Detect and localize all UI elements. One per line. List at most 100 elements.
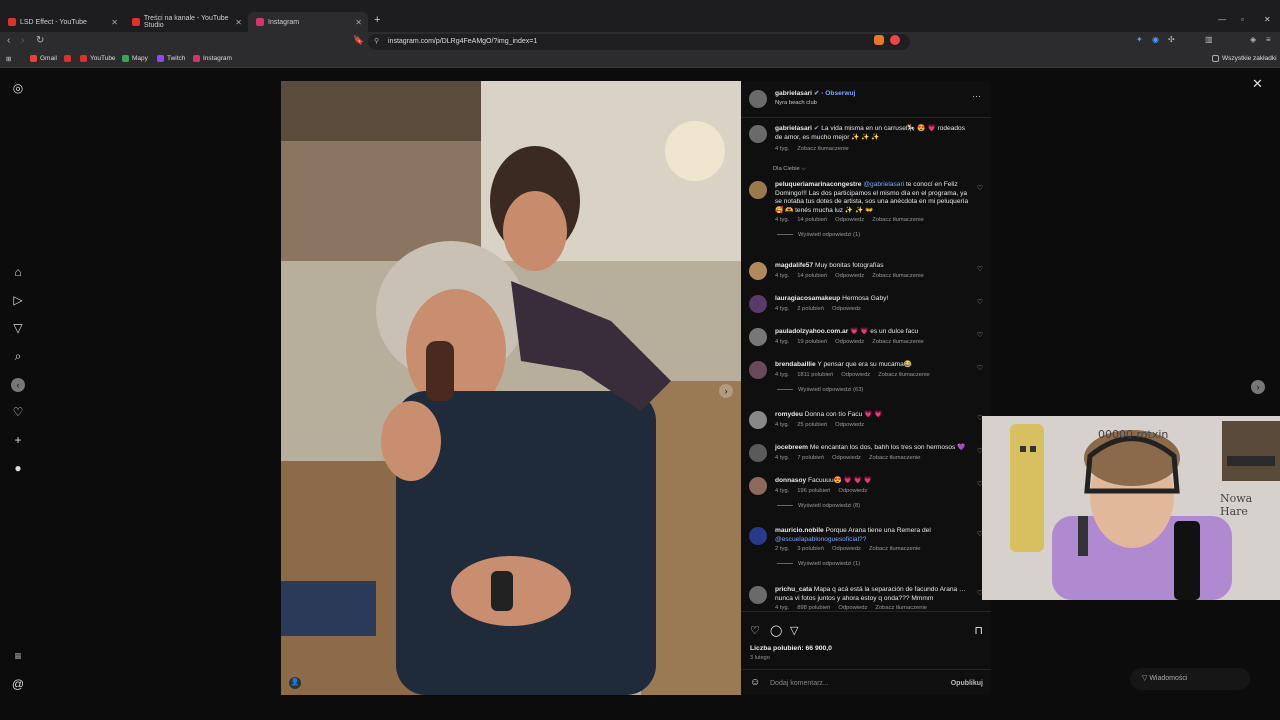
- see-translation-link[interactable]: Zobacz tłumaczenie: [869, 455, 921, 461]
- extension-icon[interactable]: ✦: [1136, 35, 1143, 44]
- threads-icon[interactable]: @: [11, 677, 25, 691]
- reply-button[interactable]: Odpowiedz: [835, 217, 864, 223]
- sidebar-icon[interactable]: ▥: [1205, 35, 1213, 44]
- all-bookmarks[interactable]: Wszystkie zakładki: [1212, 55, 1277, 62]
- avatar[interactable]: [749, 411, 767, 429]
- comment-username[interactable]: prichu_cata: [775, 586, 812, 593]
- avatar[interactable]: [749, 477, 767, 495]
- heart-icon[interactable]: ♡: [11, 405, 25, 419]
- extension-icon[interactable]: [890, 35, 900, 45]
- forward-icon[interactable]: ›: [21, 35, 24, 46]
- puzzle-icon[interactable]: ✣: [1168, 35, 1175, 44]
- comment-likes[interactable]: 1811 polubień: [797, 372, 833, 378]
- close-icon[interactable]: ✕: [111, 18, 118, 27]
- comment-username[interactable]: mauricio.nobile: [775, 527, 824, 534]
- comment-likes[interactable]: 14 polubień: [797, 273, 827, 279]
- bookmark-youtube[interactable]: YouTube: [80, 55, 116, 62]
- bookmark-gmail[interactable]: Gmail: [30, 55, 57, 62]
- new-tab-button[interactable]: +: [374, 14, 380, 26]
- maximize-icon[interactable]: ▫: [1241, 15, 1244, 24]
- avatar[interactable]: [749, 295, 767, 313]
- heart-icon[interactable]: ♡: [977, 331, 983, 339]
- site-info-icon[interactable]: ⚲: [374, 37, 379, 45]
- mention-link[interactable]: @escuelapablonoguesoficial??: [775, 536, 866, 543]
- tab-instagram[interactable]: Instagram ✕: [248, 12, 368, 32]
- comment-likes[interactable]: 3 polubień: [797, 546, 824, 552]
- comment-likes[interactable]: 7 polubień: [797, 455, 824, 461]
- see-translation-link[interactable]: Zobacz tłumaczenie: [872, 273, 924, 279]
- heart-icon[interactable]: ♡: [977, 298, 983, 306]
- comment-username[interactable]: romydeu: [775, 411, 803, 418]
- comment-username[interactable]: brendabaillie: [775, 361, 816, 368]
- carousel-next-icon[interactable]: ›: [719, 384, 733, 398]
- post-location[interactable]: Nyra beach club: [775, 100, 817, 106]
- comment-username[interactable]: pauladolzyahoo.com.ar: [775, 328, 848, 335]
- wallet-icon[interactable]: ◈: [1250, 35, 1256, 44]
- close-icon[interactable]: ✕: [235, 18, 242, 27]
- comment-username[interactable]: peluqueriamarinacongestre: [775, 181, 861, 188]
- avatar[interactable]: [749, 262, 767, 280]
- reply-button[interactable]: Odpowiedz: [835, 422, 864, 428]
- like-icon[interactable]: ♡: [750, 624, 760, 637]
- comment-username[interactable]: lauragiacosamakeup: [775, 295, 840, 302]
- view-replies-link[interactable]: Wyświetl odpowiedzi (8): [777, 503, 860, 509]
- comment-icon[interactable]: ◯: [770, 624, 782, 637]
- bookmark-twitch[interactable]: Twitch: [157, 55, 185, 62]
- comment-username[interactable]: donnasoy: [775, 477, 806, 484]
- post-photo[interactable]: 👤 ›: [281, 81, 741, 695]
- heart-icon[interactable]: ♡: [977, 265, 983, 273]
- view-replies-link[interactable]: Wyświetl odpowiedzi (1): [777, 561, 860, 567]
- create-icon[interactable]: +: [11, 433, 25, 447]
- share-icon[interactable]: ▽: [790, 624, 798, 637]
- avatar[interactable]: [749, 90, 767, 108]
- view-replies-link[interactable]: Wyświetl odpowiedzi (63): [777, 387, 863, 393]
- search-icon[interactable]: ⌕: [11, 349, 25, 363]
- avatar[interactable]: [749, 586, 767, 604]
- comment-username[interactable]: jocebreem: [775, 444, 808, 451]
- see-translation-link[interactable]: Zobacz tłumaczenie: [872, 217, 924, 223]
- bookmark-instagram[interactable]: Instagram: [193, 55, 232, 62]
- minimize-icon[interactable]: —: [1218, 15, 1226, 24]
- comment-likes[interactable]: 2 polubień: [797, 306, 824, 312]
- next-post-icon[interactable]: ›: [1251, 380, 1265, 394]
- follow-button[interactable]: Obserwuj: [825, 90, 855, 97]
- comment-likes[interactable]: 14 polubień: [797, 217, 827, 223]
- reply-button[interactable]: Odpowiedz: [832, 306, 861, 312]
- reels-icon[interactable]: ▷: [11, 293, 25, 307]
- tagged-user-icon[interactable]: 👤: [289, 677, 301, 689]
- publish-button[interactable]: Opublikuj: [951, 680, 983, 687]
- emoji-icon[interactable]: ☺: [750, 677, 760, 688]
- url-input[interactable]: ⚲ instagram.com/p/DLRg4FeAMgO/?img_index…: [368, 34, 910, 50]
- menu-icon[interactable]: ≡: [1266, 35, 1271, 44]
- heart-icon[interactable]: ♡: [977, 184, 983, 192]
- close-window-icon[interactable]: ✕: [1264, 15, 1271, 24]
- reply-button[interactable]: Odpowiedz: [838, 488, 867, 494]
- reply-button[interactable]: Odpowiedz: [841, 372, 870, 378]
- bookmark-youtube-icon-only[interactable]: [64, 55, 74, 62]
- reply-button[interactable]: Odpowiedz: [835, 273, 864, 279]
- chevron-left-icon[interactable]: ‹: [11, 378, 25, 392]
- avatar[interactable]: [749, 328, 767, 346]
- avatar[interactable]: [749, 125, 767, 143]
- save-icon[interactable]: ⊓: [974, 624, 983, 637]
- likes-count[interactable]: Liczba polubień: 66 900,0: [750, 645, 832, 652]
- for-you-label[interactable]: Dla Ciebie ⌵: [773, 166, 806, 173]
- comment-likes[interactable]: 19 polubień: [797, 339, 827, 345]
- reply-button[interactable]: Odpowiedz: [832, 546, 861, 552]
- avatar[interactable]: [749, 444, 767, 462]
- see-translation-link[interactable]: Zobacz tłumaczenie: [878, 372, 930, 378]
- comment-likes[interactable]: 25 polubień: [797, 422, 827, 428]
- explore-icon[interactable]: ▽: [11, 321, 25, 335]
- see-translation-link[interactable]: Zobacz tłumaczenie: [869, 546, 921, 552]
- caption-username[interactable]: gabrielasari: [775, 125, 812, 132]
- brave-shield-icon[interactable]: [874, 35, 884, 45]
- instagram-icon[interactable]: ◎: [11, 81, 25, 95]
- avatar[interactable]: [749, 527, 767, 545]
- prev-post-icon[interactable]: ‹: [11, 377, 25, 392]
- bookmark-icon[interactable]: 🔖: [353, 35, 364, 46]
- avatar[interactable]: [749, 181, 767, 199]
- reply-button[interactable]: Odpowiedz: [835, 339, 864, 345]
- heart-icon[interactable]: ♡: [977, 364, 983, 372]
- extension-icon[interactable]: ◉: [1152, 35, 1159, 44]
- bookmark-maps[interactable]: Mapy: [122, 55, 148, 62]
